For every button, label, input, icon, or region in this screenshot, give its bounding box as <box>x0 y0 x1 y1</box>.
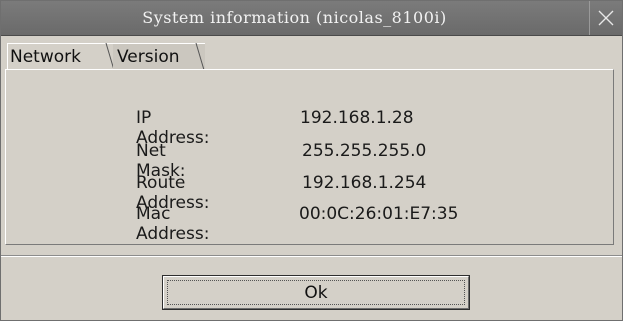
tab-separator <box>195 43 205 70</box>
title-bar[interactable]: System information (nicolas_8100i) <box>1 1 622 36</box>
tab-bar: Network Version <box>1 39 622 70</box>
system-information-dialog: System information (nicolas_8100i) Netwo… <box>0 0 623 321</box>
focus-rect <box>167 280 465 305</box>
tab-network[interactable]: Network <box>7 43 114 70</box>
tab-version[interactable]: Version <box>113 43 205 70</box>
network-panel: IP Address: 192.168.1.28 Net Mask: 255.2… <box>5 69 614 245</box>
ok-button[interactable]: Ok <box>162 275 470 310</box>
ip-address-value: 192.168.1.28 <box>300 108 414 128</box>
net-mask-value: 255.255.255.0 <box>302 141 427 161</box>
close-icon <box>598 10 614 26</box>
window-title: System information (nicolas_8100i) <box>142 8 447 27</box>
footer-divider <box>1 255 622 257</box>
route-address-value: 192.168.1.254 <box>302 173 427 193</box>
close-button[interactable] <box>589 1 622 35</box>
mac-address-label: Mac Address: <box>136 204 210 244</box>
mac-address-value: 00:0C:26:01:E7:35 <box>299 204 459 224</box>
